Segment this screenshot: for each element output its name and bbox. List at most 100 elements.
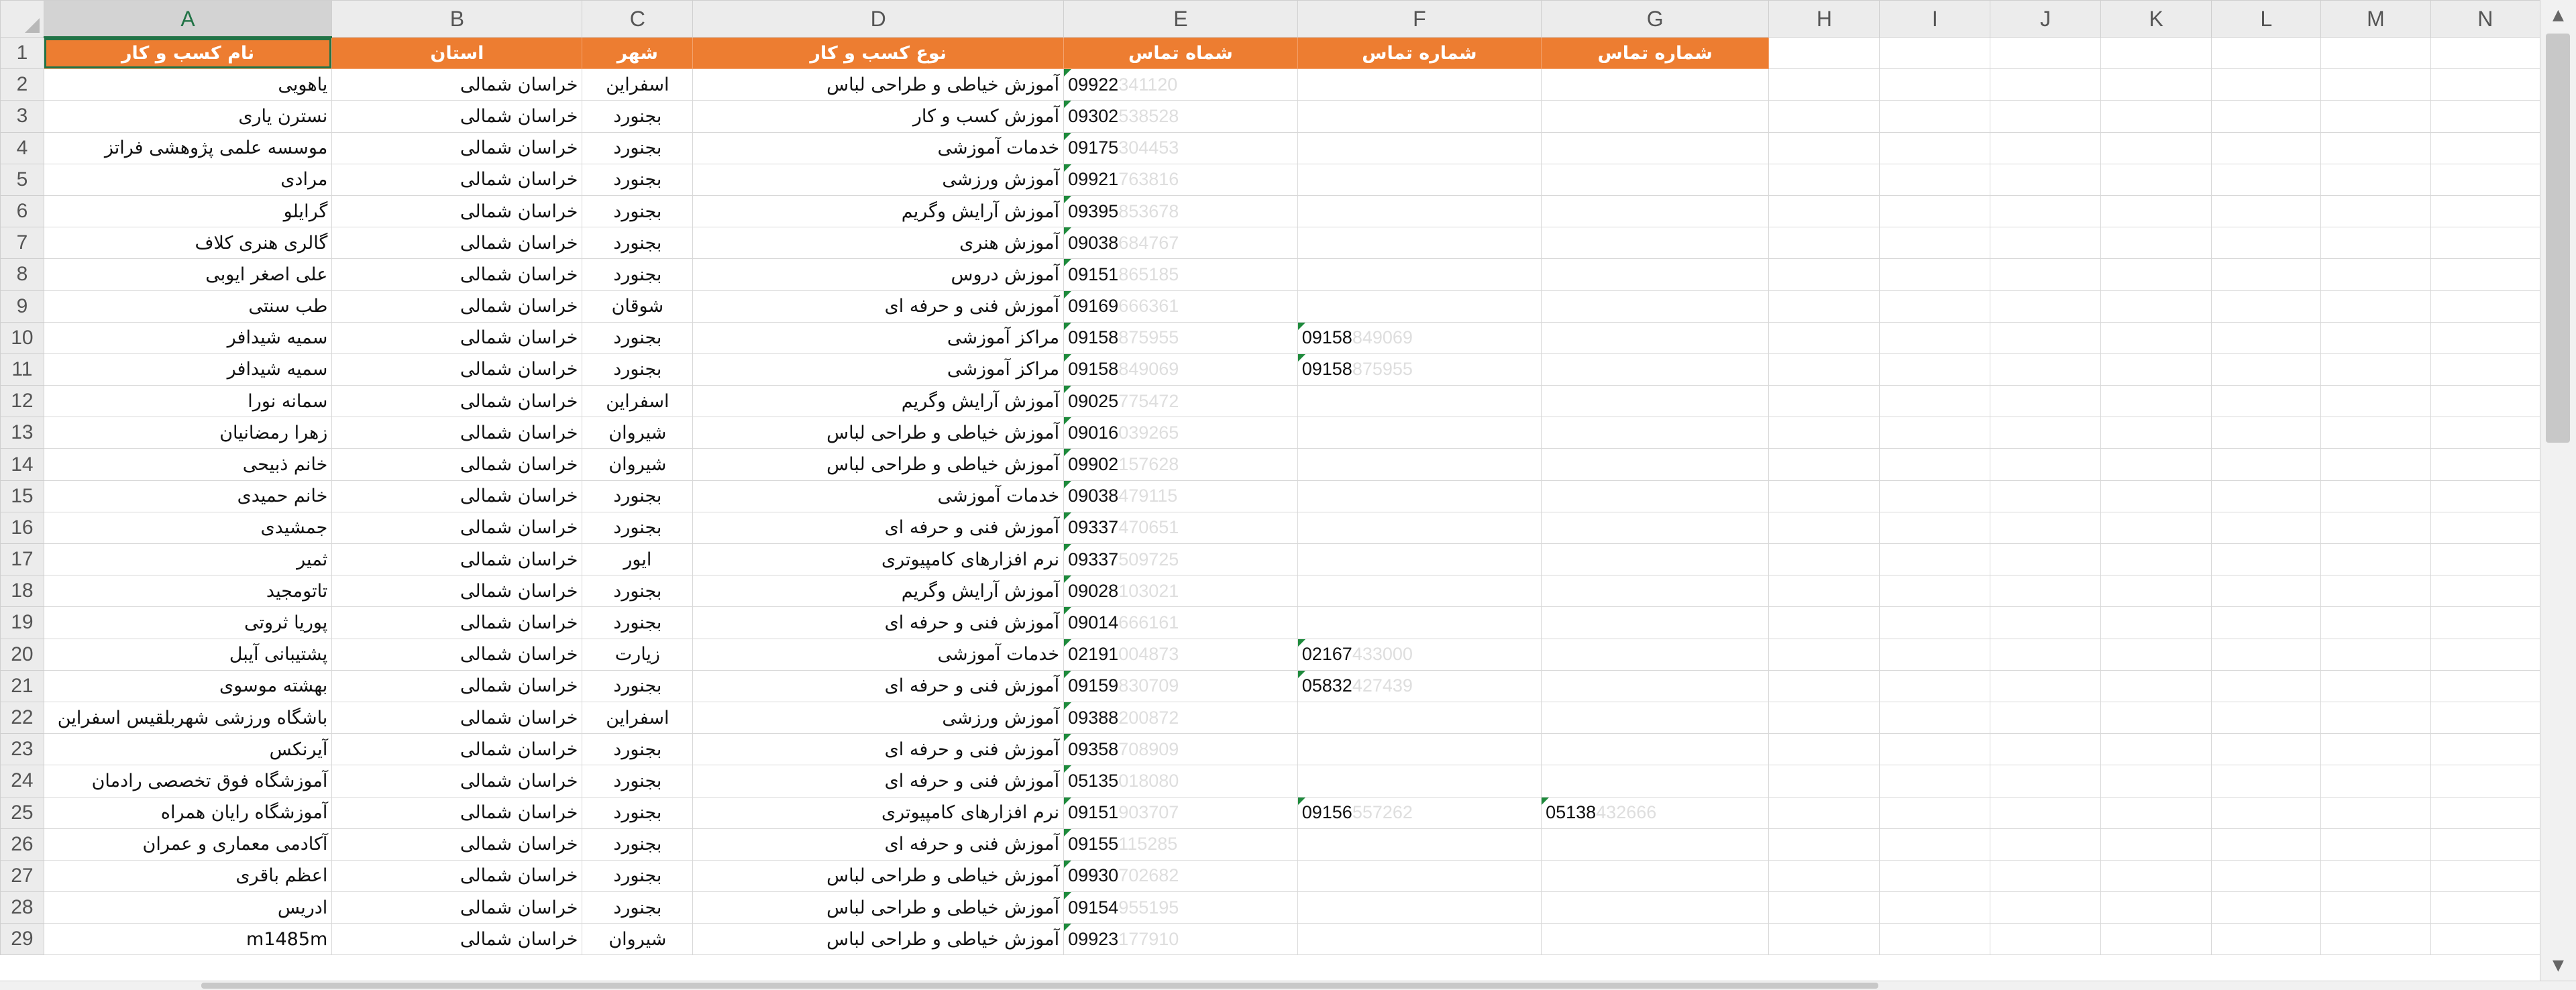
empty-cell[interactable] — [1879, 765, 1991, 798]
cell-g21[interactable] — [1541, 669, 1770, 702]
cell-f8[interactable] — [1297, 258, 1542, 291]
cell-b27[interactable]: خراسان شمالی — [331, 859, 583, 893]
empty-cell[interactable] — [1879, 606, 1991, 639]
cell-d18[interactable]: آموزش آرایش وگریم — [692, 575, 1065, 608]
empty-cell[interactable] — [1879, 480, 1991, 512]
row-header[interactable]: 24 — [0, 765, 44, 798]
empty-cell[interactable] — [2100, 543, 2212, 576]
cell-e4[interactable]: 09175304453 — [1063, 131, 1298, 164]
cell-b19[interactable]: خراسان شمالی — [331, 606, 583, 639]
cell-e18[interactable]: 09028103021 — [1063, 575, 1298, 608]
cell-c24[interactable]: بجنورد — [582, 765, 694, 798]
empty-cell[interactable] — [1990, 733, 2102, 766]
cell-a29[interactable]: m1485m — [43, 923, 333, 956]
empty-cell[interactable] — [2100, 859, 2212, 893]
cell-e23[interactable]: 09358708909 — [1063, 733, 1298, 766]
empty-cell[interactable] — [1879, 638, 1991, 671]
empty-cell[interactable] — [1768, 606, 1880, 639]
cell-b10[interactable]: خراسان شمالی — [331, 321, 583, 354]
cell-g26[interactable] — [1541, 828, 1770, 861]
empty-cell[interactable] — [2430, 701, 2540, 734]
empty-cell[interactable] — [1990, 638, 2102, 671]
cell-g22[interactable] — [1541, 701, 1770, 734]
row-header[interactable]: 4 — [0, 131, 44, 164]
cell-e22[interactable]: 09388200872 — [1063, 701, 1298, 734]
cell-e26[interactable]: 09155115285 — [1063, 828, 1298, 861]
empty-cell[interactable] — [1990, 353, 2102, 386]
cell-e16[interactable]: 09337470651 — [1063, 511, 1298, 545]
cell-d19[interactable]: آموزش فنی و حرفه ای — [692, 606, 1065, 639]
empty-cell[interactable] — [2211, 859, 2322, 893]
empty-cell[interactable] — [2100, 669, 2212, 702]
row-header[interactable]: 14 — [0, 448, 44, 481]
empty-cell[interactable] — [2211, 575, 2322, 608]
cell-b17[interactable]: خراسان شمالی — [331, 543, 583, 576]
cell-f7[interactable] — [1297, 227, 1542, 260]
cell-c8[interactable]: بجنورد — [582, 258, 694, 291]
empty-cell[interactable] — [2211, 828, 2322, 861]
empty-cell[interactable] — [1990, 891, 2102, 924]
column-header-c[interactable]: C — [582, 0, 694, 38]
cell-d22[interactable]: آموزش ورزشی — [692, 701, 1065, 734]
cell-c10[interactable]: بجنورد — [582, 321, 694, 354]
empty-cell[interactable] — [1879, 353, 1991, 386]
column-header-l[interactable]: L — [2211, 0, 2322, 38]
empty-cell[interactable] — [1768, 701, 1880, 734]
cell-g27[interactable] — [1541, 859, 1770, 893]
empty-cell[interactable] — [2320, 765, 2431, 798]
cell-d23[interactable]: آموزش فنی و حرفه ای — [692, 733, 1065, 766]
empty-cell[interactable] — [2100, 321, 2212, 354]
empty-cell[interactable] — [2430, 68, 2540, 101]
cell-a3[interactable]: نسترن یاری — [43, 100, 333, 133]
cell-c2[interactable]: اسفراین — [582, 68, 694, 101]
empty-cell[interactable] — [2100, 417, 2212, 449]
empty-cell[interactable] — [1990, 321, 2102, 354]
cell-N1[interactable] — [2430, 36, 2540, 70]
row-header[interactable]: 6 — [0, 195, 44, 228]
empty-cell[interactable] — [1768, 258, 1880, 291]
cell-f25[interactable]: 09156557262 — [1297, 796, 1542, 829]
cell-d29[interactable]: آموزش خیاطی و طراحی لباس — [692, 923, 1065, 956]
empty-cell[interactable] — [2430, 575, 2540, 608]
cell-f20[interactable]: 02167433000 — [1297, 638, 1542, 671]
cell-b22[interactable]: خراسان شمالی — [331, 701, 583, 734]
empty-cell[interactable] — [2211, 733, 2322, 766]
cell-e10[interactable]: 09158875955 — [1063, 321, 1298, 354]
cell-a15[interactable]: خانم حمیدی — [43, 480, 333, 512]
empty-cell[interactable] — [2320, 353, 2431, 386]
empty-cell[interactable] — [1879, 543, 1991, 576]
cell-d16[interactable]: آموزش فنی و حرفه ای — [692, 511, 1065, 545]
cell-d11[interactable]: مراکز آموزشی — [692, 353, 1065, 386]
empty-cell[interactable] — [2100, 828, 2212, 861]
empty-cell[interactable] — [2100, 765, 2212, 798]
empty-cell[interactable] — [1768, 227, 1880, 260]
cell-a2[interactable]: یاهویی — [43, 68, 333, 101]
cell-g3[interactable] — [1541, 100, 1770, 133]
cell-b24[interactable]: خراسان شمالی — [331, 765, 583, 798]
row-header[interactable]: 17 — [0, 543, 44, 576]
empty-cell[interactable] — [1990, 385, 2102, 418]
empty-cell[interactable] — [1768, 891, 1880, 924]
empty-cell[interactable] — [1990, 859, 2102, 893]
cell-e12[interactable]: 09025775472 — [1063, 385, 1298, 418]
cell-g7[interactable] — [1541, 227, 1770, 260]
empty-cell[interactable] — [2100, 638, 2212, 671]
cell-b4[interactable]: خراسان شمالی — [331, 131, 583, 164]
empty-cell[interactable] — [1879, 859, 1991, 893]
empty-cell[interactable] — [1879, 796, 1991, 829]
cell-e17[interactable]: 09337509725 — [1063, 543, 1298, 576]
column-header-i[interactable]: I — [1879, 0, 1991, 38]
empty-cell[interactable] — [1990, 227, 2102, 260]
cell-J1[interactable] — [1990, 36, 2102, 70]
empty-cell[interactable] — [2100, 796, 2212, 829]
cell-d12[interactable]: آموزش آرایش وگریم — [692, 385, 1065, 418]
cell-d21[interactable]: آموزش فنی و حرفه ای — [692, 669, 1065, 702]
empty-cell[interactable] — [2211, 701, 2322, 734]
empty-cell[interactable] — [2430, 669, 2540, 702]
cell-F1[interactable]: شماره تماس — [1297, 36, 1542, 70]
empty-cell[interactable] — [2430, 796, 2540, 829]
cell-M1[interactable] — [2320, 36, 2431, 70]
empty-cell[interactable] — [1879, 163, 1991, 196]
cell-A1[interactable]: نام کسب و کار — [43, 36, 333, 70]
cell-e27[interactable]: 09930702682 — [1063, 859, 1298, 893]
